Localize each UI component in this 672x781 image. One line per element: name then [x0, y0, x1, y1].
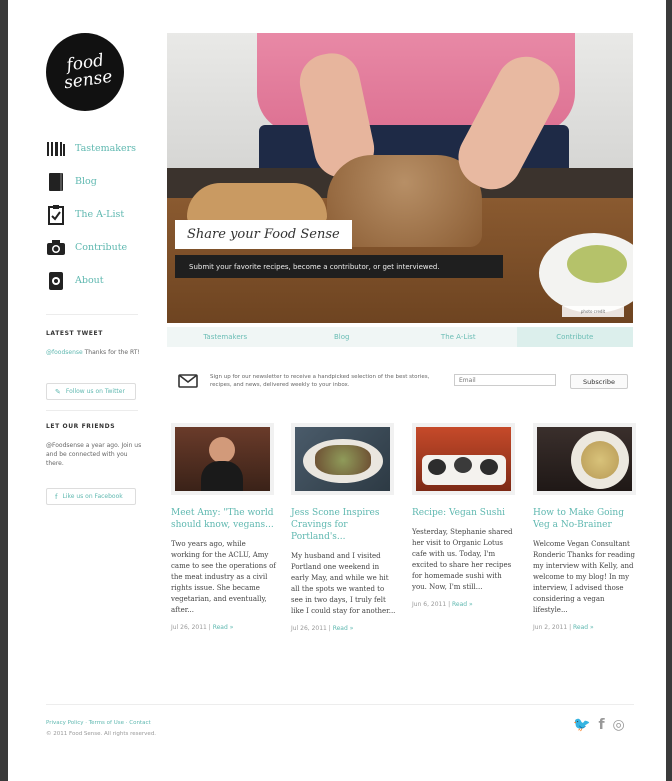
sidebar-item-label: Contribute — [75, 242, 128, 253]
post-meta: Jul 26, 2011 | Read » — [291, 625, 354, 632]
facebook-button-label: Like us on Facebook — [62, 493, 123, 500]
facebook-heading: LET OUR FRIENDS — [46, 423, 116, 430]
post-title[interactable]: Meet Amy: "The world should know, vegans… — [171, 507, 276, 531]
checklist-icon — [46, 204, 66, 225]
facebook-f-icon: f — [55, 492, 58, 501]
post-meta: Jun 2, 2011 | Read » — [533, 624, 594, 631]
phone-icon — [46, 271, 66, 291]
social-links: 🐦 f ◎ — [573, 717, 625, 733]
logo-line-2: sense — [62, 66, 114, 94]
twitter-icon[interactable]: 🐦 — [573, 717, 590, 733]
post-title[interactable]: Jess Scone Inspires Cravings for Portlan… — [291, 507, 396, 543]
tab-a-list[interactable]: The A-List — [400, 327, 517, 347]
post-date: Jul 26, 2011 — [291, 625, 327, 632]
hero-title: Share your Food Sense — [175, 220, 352, 249]
tab-tastemakers[interactable]: Tastemakers — [167, 327, 284, 347]
email-input[interactable] — [454, 374, 556, 386]
post-card[interactable]: How to Make Going Veg a No-Brainer Welco… — [533, 423, 638, 631]
post-excerpt: Welcome Vegan Consultant Ronderic Thanks… — [533, 540, 636, 614]
camera-icon — [46, 238, 66, 258]
section-tabs: Tastemakers Blog The A-List Contribute — [167, 327, 633, 347]
post-excerpt: Yesterday, Stephanie shared her visit to… — [412, 528, 513, 591]
footer-links[interactable]: Privacy Policy · Terms of Use · Contact — [46, 720, 151, 726]
hero-subtitle: Submit your favorite recipes, become a c… — [175, 255, 503, 278]
post-excerpt: Two years ago, while working for the ACL… — [171, 540, 276, 614]
post-card[interactable]: Meet Amy: "The world should know, vegans… — [171, 423, 276, 631]
sidebar-divider — [46, 410, 138, 411]
mail-icon — [178, 374, 198, 388]
twitter-button-label: Follow us on Twitter — [65, 388, 125, 395]
notebook-icon — [46, 172, 66, 192]
post-card[interactable]: Jess Scone Inspires Cravings for Portlan… — [291, 423, 396, 632]
post-thumbnail[interactable] — [291, 423, 394, 495]
bread-slices — [187, 183, 327, 225]
tab-blog[interactable]: Blog — [283, 327, 400, 347]
read-more-link[interactable]: Read » — [213, 624, 234, 631]
post-title[interactable]: Recipe: Vegan Sushi — [412, 507, 517, 519]
post-title[interactable]: How to Make Going Veg a No-Brainer — [533, 507, 638, 531]
newsletter-text: Sign up for our newsletter to receive a … — [210, 374, 430, 388]
sidebar-item-label: The A-List — [75, 209, 125, 220]
subscribe-button[interactable]: Subscribe — [570, 374, 628, 389]
sidebar-item-about[interactable]: About — [46, 264, 156, 297]
post-date: Jun 2, 2011 — [533, 624, 568, 631]
post-date: Jul 26, 2011 — [171, 624, 207, 631]
post-thumbnail[interactable] — [412, 423, 515, 495]
tweet-body: Thanks for the RT! — [84, 349, 140, 356]
sidebar-divider — [46, 314, 138, 315]
post-date: Jun 6, 2011 — [412, 601, 447, 608]
utensils-icon — [46, 139, 66, 159]
post-thumbnail[interactable] — [533, 423, 636, 495]
read-more-link[interactable]: Read » — [452, 601, 473, 608]
tweet-handle[interactable]: @foodsense — [46, 349, 83, 356]
sidebar-item-blog[interactable]: Blog — [46, 165, 156, 198]
footer-divider — [46, 704, 634, 705]
twitter-bird-icon: ✎ — [55, 387, 61, 396]
twitter-follow-button[interactable]: ✎ Follow us on Twitter — [46, 383, 136, 400]
read-more-link[interactable]: Read » — [573, 624, 594, 631]
tweet-text: @foodsense Thanks for the RT! — [46, 348, 146, 357]
sidebar-item-label: About — [75, 275, 104, 286]
post-meta: Jul 26, 2011 | Read » — [171, 624, 234, 631]
tab-contribute[interactable]: Contribute — [516, 327, 633, 347]
footer-copyright: © 2011 Food Sense. All rights reserved. — [46, 731, 157, 737]
sidebar-item-label: Blog — [75, 176, 97, 187]
latest-tweet-heading: LATEST TWEET — [46, 330, 103, 337]
read-more-link[interactable]: Read » — [333, 625, 354, 632]
newsletter-signup: Sign up for our newsletter to receive a … — [178, 372, 628, 396]
sidebar-item-label: Tastemakers — [75, 143, 137, 154]
facebook-like-button[interactable]: f Like us on Facebook — [46, 488, 136, 505]
post-meta: Jun 6, 2011 | Read » — [412, 601, 473, 608]
sidebar-item-a-list[interactable]: The A-List — [46, 198, 156, 231]
sidebar-nav: Tastemakers Blog The A-List Contribute A… — [46, 132, 156, 297]
page: food sense Tastemakers Blog The A-List C… — [8, 0, 666, 781]
hero-banner[interactable]: Share your Food Sense Submit your favori… — [167, 33, 633, 323]
post-card[interactable]: Recipe: Vegan Sushi Yesterday, Stephanie… — [412, 423, 517, 608]
sidebar-item-contribute[interactable]: Contribute — [46, 231, 156, 264]
post-thumbnail[interactable] — [171, 423, 274, 495]
facebook-icon[interactable]: f — [598, 717, 604, 733]
sidebar-item-tastemakers[interactable]: Tastemakers — [46, 132, 156, 165]
rss-icon[interactable]: ◎ — [613, 717, 625, 733]
facebook-text: @Foodsense a year ago. Join us and be co… — [46, 442, 142, 467]
food-sense-logo[interactable]: food sense — [46, 33, 124, 111]
hero-photo-credit: photo credit — [562, 306, 624, 317]
post-excerpt: My husband and I visited Portland one we… — [291, 552, 396, 615]
